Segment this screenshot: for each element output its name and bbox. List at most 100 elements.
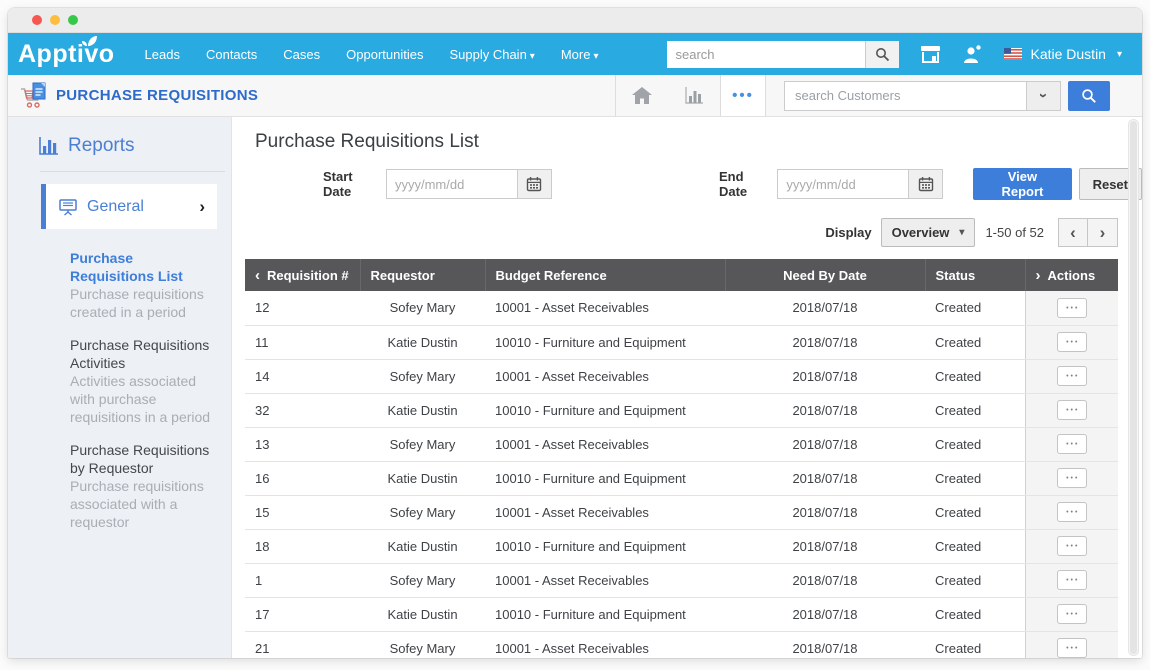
row-actions-button[interactable]: •••: [1057, 536, 1087, 556]
reports-sidebar: Reports General › Purchase Requisitions …: [8, 117, 232, 658]
cell-requisition-number: 13: [245, 427, 360, 461]
row-actions-button[interactable]: •••: [1057, 502, 1087, 522]
app-window: Apptivo Leads Contacts Cases Opportuniti…: [8, 8, 1142, 658]
column-label: Requisition #: [267, 268, 349, 283]
user-activity-icon[interactable]: [962, 44, 984, 64]
row-actions-button[interactable]: •••: [1057, 604, 1087, 624]
page-title: Purchase Requisitions List: [255, 131, 1142, 153]
cell-status: Created: [925, 291, 1025, 325]
row-actions-button[interactable]: •••: [1057, 468, 1087, 488]
customer-search-go-button[interactable]: [1068, 81, 1110, 111]
cell-status: Created: [925, 495, 1025, 529]
display-mode-dropdown[interactable]: Overview ▾: [881, 218, 976, 247]
prev-page-button[interactable]: ‹: [1058, 218, 1088, 247]
category-label: General: [87, 198, 144, 216]
cell-status: Created: [925, 631, 1025, 658]
more-options-button[interactable]: •••: [721, 75, 765, 116]
search-icon: [875, 47, 890, 62]
report-main-panel: Purchase Requisitions List Start Date En…: [232, 117, 1142, 658]
maximize-window-button[interactable]: [68, 15, 78, 25]
row-actions-button[interactable]: •••: [1057, 638, 1087, 658]
column-status[interactable]: Status: [925, 259, 1025, 291]
requisitions-table: ‹ Requisition # Requestor Budget Referenc…: [245, 259, 1118, 658]
user-menu[interactable]: Katie Dustin ▾: [1004, 46, 1122, 62]
cell-requestor: Katie Dustin: [360, 529, 485, 563]
report-item-description: Activities associated with purchase requ…: [70, 372, 219, 426]
report-item-purchase-requisitions-list[interactable]: Purchase Requisitions List Purchase requ…: [70, 249, 219, 321]
table-row: 32 Katie Dustin 10010 - Furniture and Eq…: [245, 393, 1118, 427]
next-page-button[interactable]: ›: [1088, 218, 1118, 247]
navbar-right: Katie Dustin ▾: [667, 41, 1122, 68]
report-item-description: Purchase requisitions created in a perio…: [70, 285, 219, 321]
cell-actions: •••: [1025, 529, 1118, 563]
chevron-down-icon: ▾: [593, 51, 598, 62]
column-budget-reference[interactable]: Budget Reference: [485, 259, 725, 291]
menu-item-opportunities[interactable]: Opportunities: [346, 47, 423, 62]
menu-item-label: Supply Chain: [449, 47, 526, 62]
start-date-input[interactable]: [386, 169, 518, 199]
row-actions-button[interactable]: •••: [1057, 366, 1087, 386]
expand-right-icon[interactable]: ›: [1036, 267, 1041, 284]
date-filter-row: Start Date End Date View Report Reset: [245, 168, 1142, 200]
menu-item-contacts[interactable]: Contacts: [206, 47, 257, 62]
start-date-calendar-button[interactable]: [518, 169, 552, 199]
store-icon[interactable]: [919, 44, 942, 65]
cell-status: Created: [925, 325, 1025, 359]
scrollbar-thumb[interactable]: [1130, 121, 1137, 654]
chevron-down-icon: ▾: [530, 51, 535, 62]
global-search-input[interactable]: [667, 41, 865, 68]
cell-requestor: Sofey Mary: [360, 631, 485, 658]
cell-actions: •••: [1025, 291, 1118, 325]
report-item-description: Purchase requisitions associated with a …: [70, 477, 219, 531]
end-date-calendar-button[interactable]: [909, 169, 943, 199]
vertical-scrollbar[interactable]: [1128, 119, 1139, 656]
view-report-button[interactable]: View Report: [973, 168, 1071, 200]
column-need-by-date[interactable]: Need By Date: [725, 259, 925, 291]
cell-actions: •••: [1025, 563, 1118, 597]
customer-search: ›: [784, 81, 1110, 111]
display-label: Display: [825, 225, 871, 240]
menu-item-supply-chain[interactable]: Supply Chain ▾: [449, 47, 534, 62]
column-requestor[interactable]: Requestor: [360, 259, 485, 291]
column-actions[interactable]: ›Actions: [1025, 259, 1118, 291]
cell-status: Created: [925, 461, 1025, 495]
menu-item-cases[interactable]: Cases: [283, 47, 320, 62]
reports-title: Reports: [68, 135, 135, 157]
collapse-left-icon[interactable]: ‹: [255, 267, 260, 284]
customer-search-input[interactable]: [784, 81, 1027, 111]
cell-actions: •••: [1025, 597, 1118, 631]
report-item-purchase-requisitions-activities[interactable]: Purchase Requisitions Activities Activit…: [70, 336, 219, 426]
cell-need-by-date: 2018/07/18: [725, 495, 925, 529]
customer-search-dropdown-button[interactable]: ›: [1027, 81, 1061, 111]
menu-item-label: More: [561, 47, 591, 62]
row-actions-button[interactable]: •••: [1057, 434, 1087, 454]
menu-item-more[interactable]: More▾: [561, 47, 599, 62]
home-button[interactable]: [616, 75, 668, 116]
calendar-icon: [526, 176, 542, 192]
row-actions-button[interactable]: •••: [1057, 298, 1087, 318]
close-window-button[interactable]: [32, 15, 42, 25]
table-row: 16 Katie Dustin 10010 - Furniture and Eq…: [245, 461, 1118, 495]
minimize-window-button[interactable]: [50, 15, 60, 25]
sidebar-category-general[interactable]: General ›: [41, 184, 217, 229]
table-row: 11 Katie Dustin 10010 - Furniture and Eq…: [245, 325, 1118, 359]
row-actions-button[interactable]: •••: [1057, 570, 1087, 590]
global-search: [667, 41, 899, 68]
cell-requisition-number: 11: [245, 325, 360, 359]
end-date-input[interactable]: [777, 169, 909, 199]
row-actions-button[interactable]: •••: [1057, 400, 1087, 420]
global-search-button[interactable]: [865, 41, 899, 68]
app-title: PURCHASE REQUISITIONS: [56, 87, 258, 104]
reports-view-button[interactable]: [668, 75, 720, 116]
report-item-purchase-requisitions-by-requestor[interactable]: Purchase Requisitions by Requestor Purch…: [70, 441, 219, 531]
row-actions-button[interactable]: •••: [1057, 332, 1087, 352]
purchase-requisitions-app-icon: [20, 82, 48, 109]
column-requisition[interactable]: ‹ Requisition #: [245, 259, 360, 291]
cell-actions: •••: [1025, 461, 1118, 495]
cell-requisition-number: 16: [245, 461, 360, 495]
appbar-toolbar: ••• ›: [615, 75, 1142, 116]
table-row: 13 Sofey Mary 10001 - Asset Receivables …: [245, 427, 1118, 461]
menu-item-leads[interactable]: Leads: [145, 47, 180, 62]
apptivo-logo[interactable]: Apptivo: [18, 42, 115, 67]
pagination-range: 1-50 of 52: [985, 225, 1044, 240]
